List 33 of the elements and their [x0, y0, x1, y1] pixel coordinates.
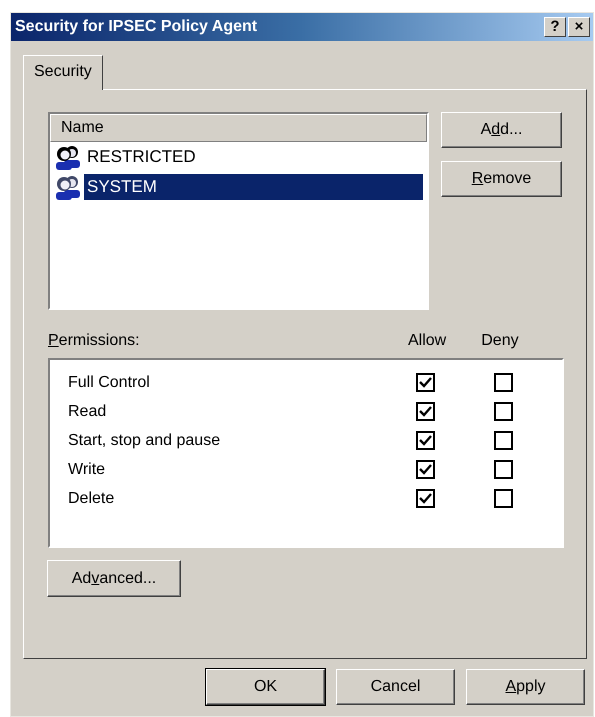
checkbox[interactable]	[416, 431, 435, 450]
checkbox[interactable]	[494, 373, 513, 392]
permissions-label: Permissions:	[48, 331, 141, 351]
window-title: Security for IPSEC Policy Agent	[15, 17, 258, 37]
permission-name: Start, stop and pause	[68, 430, 222, 450]
add-button[interactable]: Add...	[441, 112, 562, 148]
permission-name: Write	[68, 460, 106, 480]
ok-button[interactable]: OK	[206, 669, 325, 705]
tab[interactable]: Security	[23, 55, 103, 90]
users-icon	[54, 174, 82, 200]
deny-header: Deny	[481, 331, 519, 351]
permission-name: Read	[68, 402, 108, 422]
list-item[interactable]: SYSTEM	[84, 174, 423, 200]
checkbox[interactable]	[494, 402, 513, 421]
allow-header: Allow	[408, 331, 446, 351]
close-button[interactable]: ×	[568, 17, 590, 37]
permission-name: Delete	[68, 488, 116, 508]
checkbox[interactable]	[416, 489, 435, 508]
remove-button[interactable]: Remove	[441, 161, 562, 197]
checkbox[interactable]	[494, 489, 513, 508]
list-item[interactable]: RESTRICTED	[84, 144, 199, 170]
checkbox[interactable]	[416, 460, 435, 479]
advanced-button[interactable]: Advanced...	[47, 560, 181, 597]
permission-name: Full Control	[68, 372, 151, 392]
cancel-button[interactable]: Cancel	[336, 669, 455, 705]
users-icon	[54, 144, 82, 170]
apply-button[interactable]: Apply	[466, 669, 585, 705]
checkbox[interactable]	[494, 431, 513, 450]
checkbox[interactable]	[416, 373, 435, 392]
checkbox[interactable]	[494, 460, 513, 479]
checkbox[interactable]	[416, 402, 435, 421]
help-button[interactable]: ?	[544, 17, 566, 37]
column-header[interactable]: Name	[50, 114, 427, 142]
